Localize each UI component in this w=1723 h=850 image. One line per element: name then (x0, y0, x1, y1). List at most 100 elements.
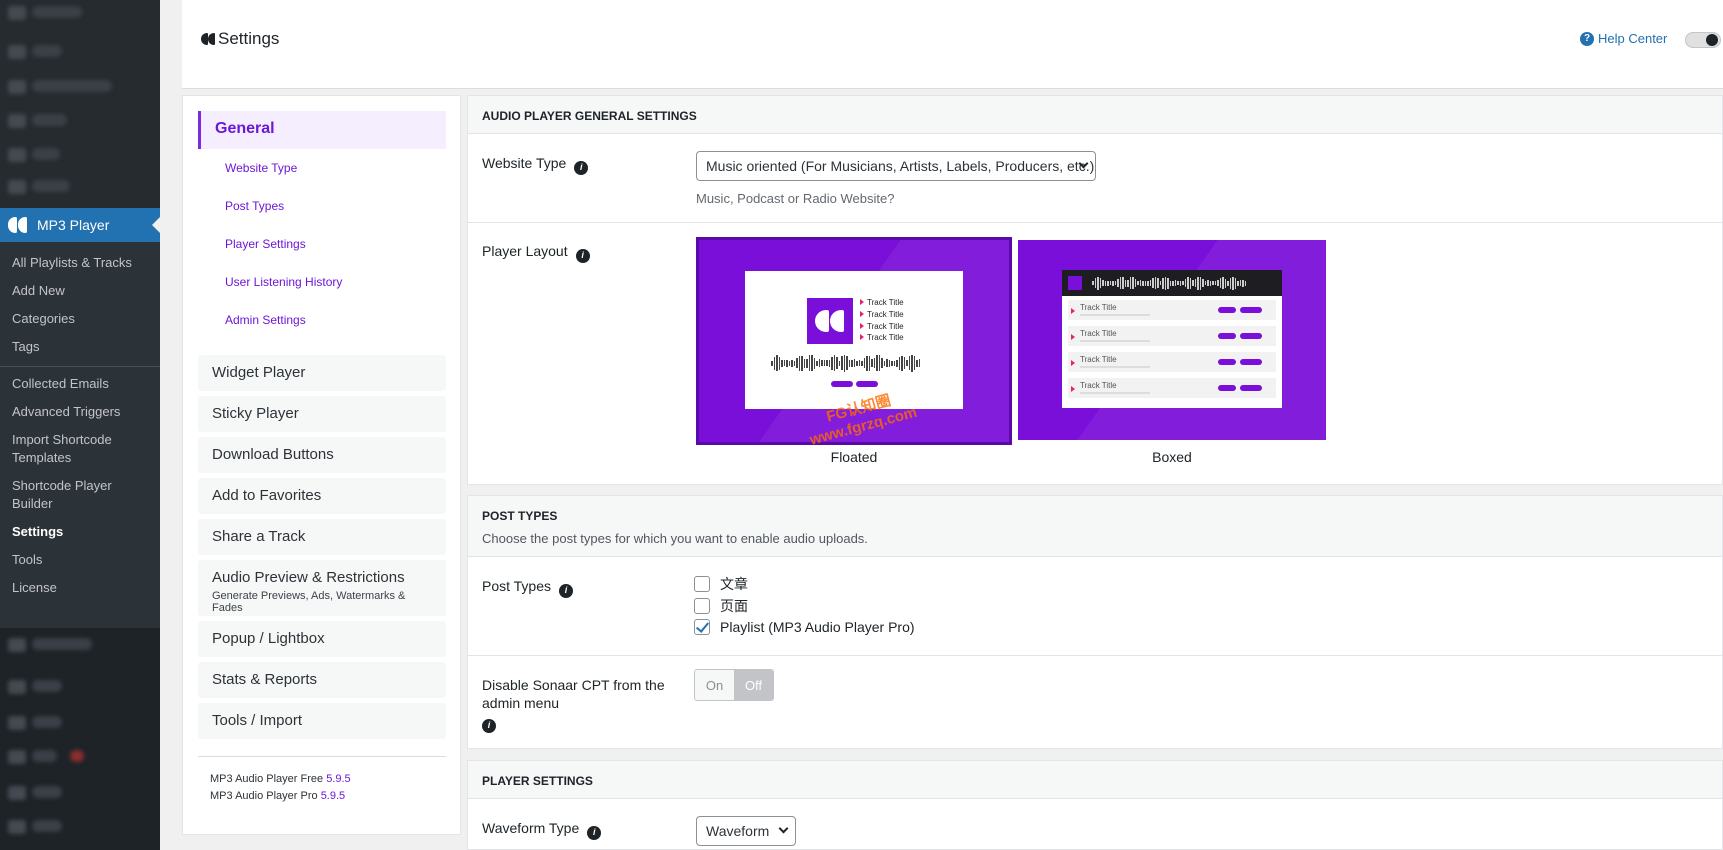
boxed-waveform (1092, 275, 1246, 291)
page-title-text: Settings (218, 29, 280, 48)
nav-item-label: Sticky Player (212, 405, 299, 422)
info-icon[interactable]: i (574, 161, 589, 175)
nav-stats-reports[interactable]: Stats & Reports (198, 662, 446, 698)
player-settings-panel: Player Settings Waveform Type i Waveform (467, 760, 1723, 850)
website-type-select[interactable]: Music oriented (For Musicians, Artists, … (696, 151, 1096, 181)
boxed-track-row: Track Title (1068, 352, 1276, 372)
checkbox[interactable] (694, 576, 710, 592)
nav-sub-post-types[interactable]: Post Types (225, 199, 284, 213)
post-type-option-post[interactable]: 文章 (694, 574, 748, 594)
checkbox-label: 页面 (720, 598, 748, 614)
submenu-tags[interactable]: Tags (0, 334, 160, 362)
nav-item-label: Widget Player (212, 364, 306, 381)
toggle-off[interactable]: Off (734, 670, 773, 700)
nav-general[interactable]: General (198, 111, 446, 149)
submenu-add-new[interactable]: Add New (0, 278, 160, 306)
version-free: MP3 Audio Player Free 5.9.5 (210, 773, 351, 785)
submenu-separator (0, 366, 160, 367)
field-label-text: Post Types (482, 578, 552, 594)
layout-option-boxed[interactable]: Track Title Track Title Track Title Trac… (1018, 240, 1326, 440)
version-label: MP3 Audio Player Free (210, 773, 324, 785)
select-value: Waveform (706, 823, 770, 839)
panel-heading: Post Types (482, 509, 558, 523)
menu-item-label: MP3 Player (37, 217, 110, 233)
boxed-track-title: Track Title (1080, 329, 1117, 338)
nav-item-label: Share a Track (212, 528, 306, 545)
submenu-all-playlists[interactable]: All Playlists & Tracks (0, 250, 160, 278)
submenu-advanced-triggers[interactable]: Advanced Triggers (0, 399, 160, 427)
submenu-shortcode-player-builder[interactable]: Shortcode Player Builder (0, 473, 160, 519)
boxed-track-title: Track Title (1080, 355, 1117, 364)
boxed-header (1062, 270, 1282, 296)
boxed-logo-icon (1068, 276, 1082, 290)
post-type-option-playlist[interactable]: Playlist (MP3 Audio Player Pro) (694, 619, 915, 635)
chevron-down-icon (778, 823, 789, 834)
nav-widget-player[interactable]: Widget Player (198, 355, 446, 391)
checkbox[interactable] (694, 598, 710, 614)
version-pro: MP3 Audio Player Pro 5.9.5 (210, 790, 345, 802)
nav-item-label: Download Buttons (212, 446, 334, 463)
nav-sticky-player[interactable]: Sticky Player (198, 396, 446, 432)
nav-add-to-favorites[interactable]: Add to Favorites (198, 478, 446, 514)
nav-download-buttons[interactable]: Download Buttons (198, 437, 446, 473)
submenu-license[interactable]: License (0, 575, 160, 603)
panel-heading-block: Post Types Choose the post types for whi… (468, 496, 1722, 557)
version-label: MP3 Audio Player Pro (210, 790, 318, 802)
general-settings-panel: Audio Player General Settings Website Ty… (467, 95, 1723, 485)
moon-icon (1706, 34, 1718, 46)
submenu-categories[interactable]: Categories (0, 306, 160, 334)
submenu-tools[interactable]: Tools (0, 547, 160, 575)
dark-mode-toggle[interactable] (1685, 32, 1721, 48)
panel-description: Choose the post types for which you want… (482, 531, 868, 546)
info-icon[interactable]: i (482, 719, 496, 733)
question-circle-icon: ? (1580, 31, 1594, 46)
row-separator (468, 222, 1722, 223)
submenu-collected-emails[interactable]: Collected Emails (0, 371, 160, 399)
floated-track-1: Track Title (860, 298, 904, 307)
nav-sub-player-settings[interactable]: Player Settings (225, 237, 306, 251)
field-label-text: Website Type (482, 155, 567, 171)
toggle-on[interactable]: On (695, 670, 734, 700)
nav-audio-preview-restrictions[interactable]: Audio Preview & Restrictions Generate Pr… (198, 560, 446, 616)
plugin-logo-icon (201, 33, 215, 45)
nav-item-label: Add to Favorites (212, 487, 322, 504)
info-icon[interactable]: i (559, 584, 574, 598)
info-icon[interactable]: i (587, 826, 602, 840)
field-label-text: Waveform Type (482, 820, 580, 836)
post-type-option-page[interactable]: 页面 (694, 596, 748, 616)
nav-sub-user-listening-history[interactable]: User Listening History (225, 275, 342, 289)
nav-divider (198, 756, 446, 757)
disable-cpt-toggle[interactable]: On Off (694, 669, 774, 701)
help-center-link[interactable]: ? Help Center (1580, 31, 1667, 46)
boxed-track-row: Track Title (1068, 300, 1276, 320)
floated-preview: Track Title Track Title Track Title Trac… (745, 271, 963, 409)
boxed-preview: Track Title Track Title Track Title Trac… (1062, 270, 1282, 408)
submenu-import-shortcode-templates[interactable]: Import Shortcode Templates (0, 427, 160, 473)
nav-item-label: Popup / Lightbox (212, 630, 325, 647)
settings-header: Settings ? Help Center (182, 0, 1723, 89)
nav-item-label: Tools / Import (212, 712, 303, 729)
info-icon[interactable]: i (575, 249, 590, 263)
menu-item-mp3-player[interactable]: MP3 Player (0, 208, 160, 242)
floated-track-4: Track Title (860, 333, 904, 342)
nav-sub-website-type[interactable]: Website Type (225, 161, 297, 175)
wp-admin-menu: MP3 Player All Playlists & Tracks Add Ne… (0, 0, 160, 850)
checkbox-checked[interactable] (694, 619, 710, 635)
caption-boxed: Boxed (1152, 449, 1192, 465)
page-title: Settings (201, 29, 279, 49)
field-label-text: Player Layout (482, 243, 568, 259)
nav-popup-lightbox[interactable]: Popup / Lightbox (198, 621, 446, 657)
nav-sub-admin-settings[interactable]: Admin Settings (225, 313, 306, 327)
mp3-player-logo-icon (8, 215, 28, 235)
nav-tools-import[interactable]: Tools / Import (198, 703, 446, 739)
nav-item-label: Audio Preview & Restrictions (212, 569, 405, 586)
field-label-text: Disable Sonaar CPT from the admin menu (482, 677, 665, 711)
waveform-type-select[interactable]: Waveform (696, 816, 796, 846)
select-value: Music oriented (For Musicians, Artists, … (706, 158, 1095, 174)
submenu-settings[interactable]: Settings (0, 519, 160, 547)
row-separator (468, 655, 1722, 656)
panel-heading: Player Settings (468, 761, 1722, 799)
nav-item-label: Stats & Reports (212, 671, 318, 688)
nav-share-a-track[interactable]: Share a Track (198, 519, 446, 555)
post-types-panel: Post Types Choose the post types for whi… (467, 495, 1723, 749)
